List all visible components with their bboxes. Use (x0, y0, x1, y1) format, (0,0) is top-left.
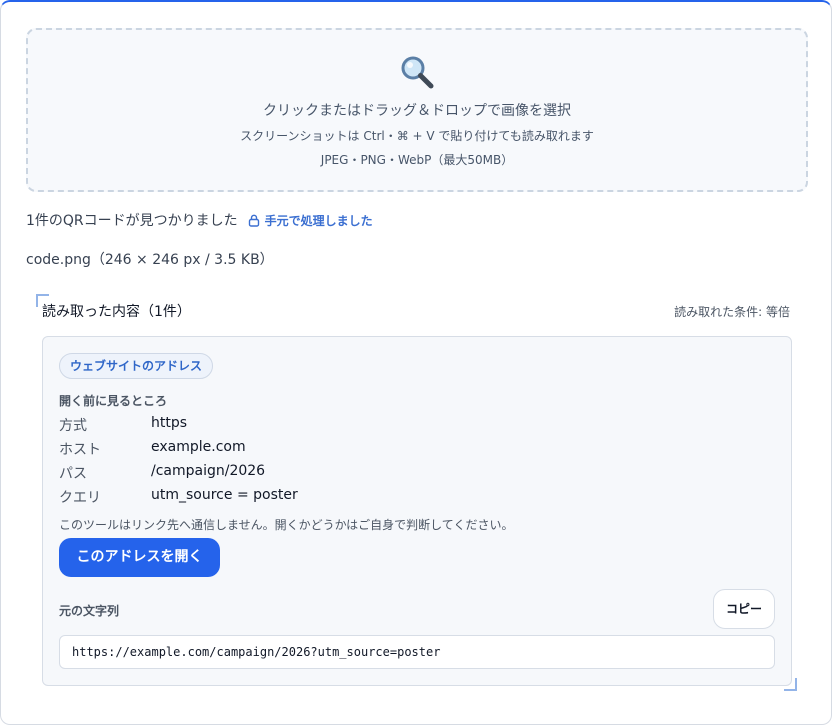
results-title: 読み取った内容（1件） (42, 304, 191, 320)
copy-button[interactable]: コピー (713, 589, 775, 629)
scan-summary: 1件のQRコードが見つかりました 手元で処理しました (26, 210, 373, 230)
dropzone-formats: JPEG・PNG・WebP（最大50MB） (320, 153, 514, 167)
field-value: example.com (151, 439, 246, 455)
safety-notice: このツールはリンク先へ通信しません。開くかどうかはご自身で判断してください。 (59, 518, 514, 532)
dropzone-title: クリックまたはドラッグ＆ドロップで画像を選択 (263, 103, 571, 119)
raw-string-field[interactable]: https://example.com/campaign/2026?utm_so… (59, 635, 775, 669)
open-address-button[interactable]: このアドレスを開く (59, 538, 220, 577)
magnifier-icon (28, 54, 806, 90)
image-dropzone[interactable]: クリックまたはドラッグ＆ドロップで画像を選択 スクリーンショットは Ctrl・⌘… (26, 28, 808, 192)
local-processing-badge: 手元で処理しました (248, 212, 373, 229)
result-item: ウェブサイトのアドレス 開く前に見るところ 方式 https ホスト examp… (42, 336, 792, 686)
dropzone-paste-hint: スクリーンショットは Ctrl・⌘ + V で貼り付けても読み取れます (240, 129, 594, 143)
frame-corner-bottom-right (784, 678, 797, 691)
field-key: パス (59, 466, 87, 482)
field-value: utm_source = poster (151, 487, 298, 503)
field-key: ホスト (59, 442, 101, 458)
local-processing-label: 手元で処理しました (264, 213, 373, 228)
field-key: クエリ (59, 490, 101, 506)
type-badge: ウェブサイトのアドレス (59, 353, 214, 379)
field-key: 方式 (59, 418, 87, 434)
app-card: クリックまたはドラッグ＆ドロップで画像を選択 スクリーンショットは Ctrl・⌘… (0, 0, 832, 725)
field-value: /campaign/2026 (151, 463, 266, 479)
field-value: https (151, 415, 188, 431)
results-condition: 読み取れた条件: 等倍 (674, 305, 790, 319)
raw-string-label: 元の文字列 (59, 604, 120, 618)
lock-icon (248, 214, 259, 227)
file-info: code.png（246 × 246 px / 3.5 KB） (26, 252, 274, 268)
preview-section-label: 開く前に見るところ (59, 394, 168, 408)
found-count-text: 1件のQRコードが見つかりました (26, 213, 238, 229)
